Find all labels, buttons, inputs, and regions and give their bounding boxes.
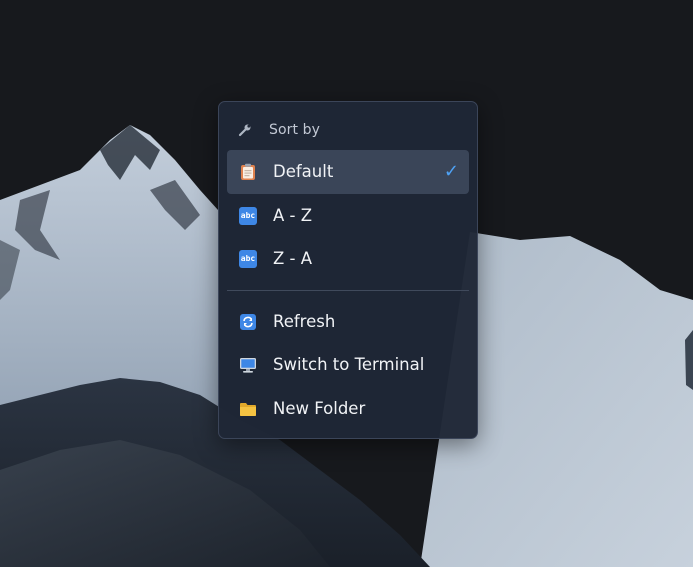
wrench-icon (238, 124, 251, 137)
abc-icon: abc (239, 250, 257, 268)
sort-by-label: Sort by (269, 122, 321, 138)
menu-item-label: Z - A (273, 249, 313, 268)
sort-by-header: Sort by (219, 118, 477, 142)
menu-item-new-folder[interactable]: New Folder (227, 387, 469, 431)
clipboard-icon (241, 163, 255, 180)
terminal-icon (240, 358, 256, 373)
menu-item-switch-to-terminal[interactable]: Switch to Terminal (227, 343, 469, 387)
abc-icon: abc (239, 207, 257, 225)
menu-item-label: Switch to Terminal (273, 355, 425, 374)
menu-item-a-z[interactable]: abc A - Z (227, 194, 469, 238)
menu-item-label: New Folder (273, 399, 366, 418)
folder-icon (240, 403, 256, 416)
context-menu: Sort by Default ✓ abc A - Z abc Z - A Re… (218, 101, 478, 439)
menu-item-label: A - Z (273, 206, 313, 225)
menu-item-label: Default (273, 162, 334, 181)
menu-item-refresh[interactable]: Refresh (227, 300, 469, 344)
menu-item-default[interactable]: Default ✓ (227, 150, 469, 194)
menu-item-z-a[interactable]: abc Z - A (227, 237, 469, 281)
menu-item-label: Refresh (273, 312, 336, 331)
checkmark-icon: ✓ (443, 161, 459, 182)
refresh-icon (240, 314, 256, 330)
menu-separator (227, 290, 469, 291)
desktop[interactable]: Sort by Default ✓ abc A - Z abc Z - A Re… (0, 0, 693, 567)
